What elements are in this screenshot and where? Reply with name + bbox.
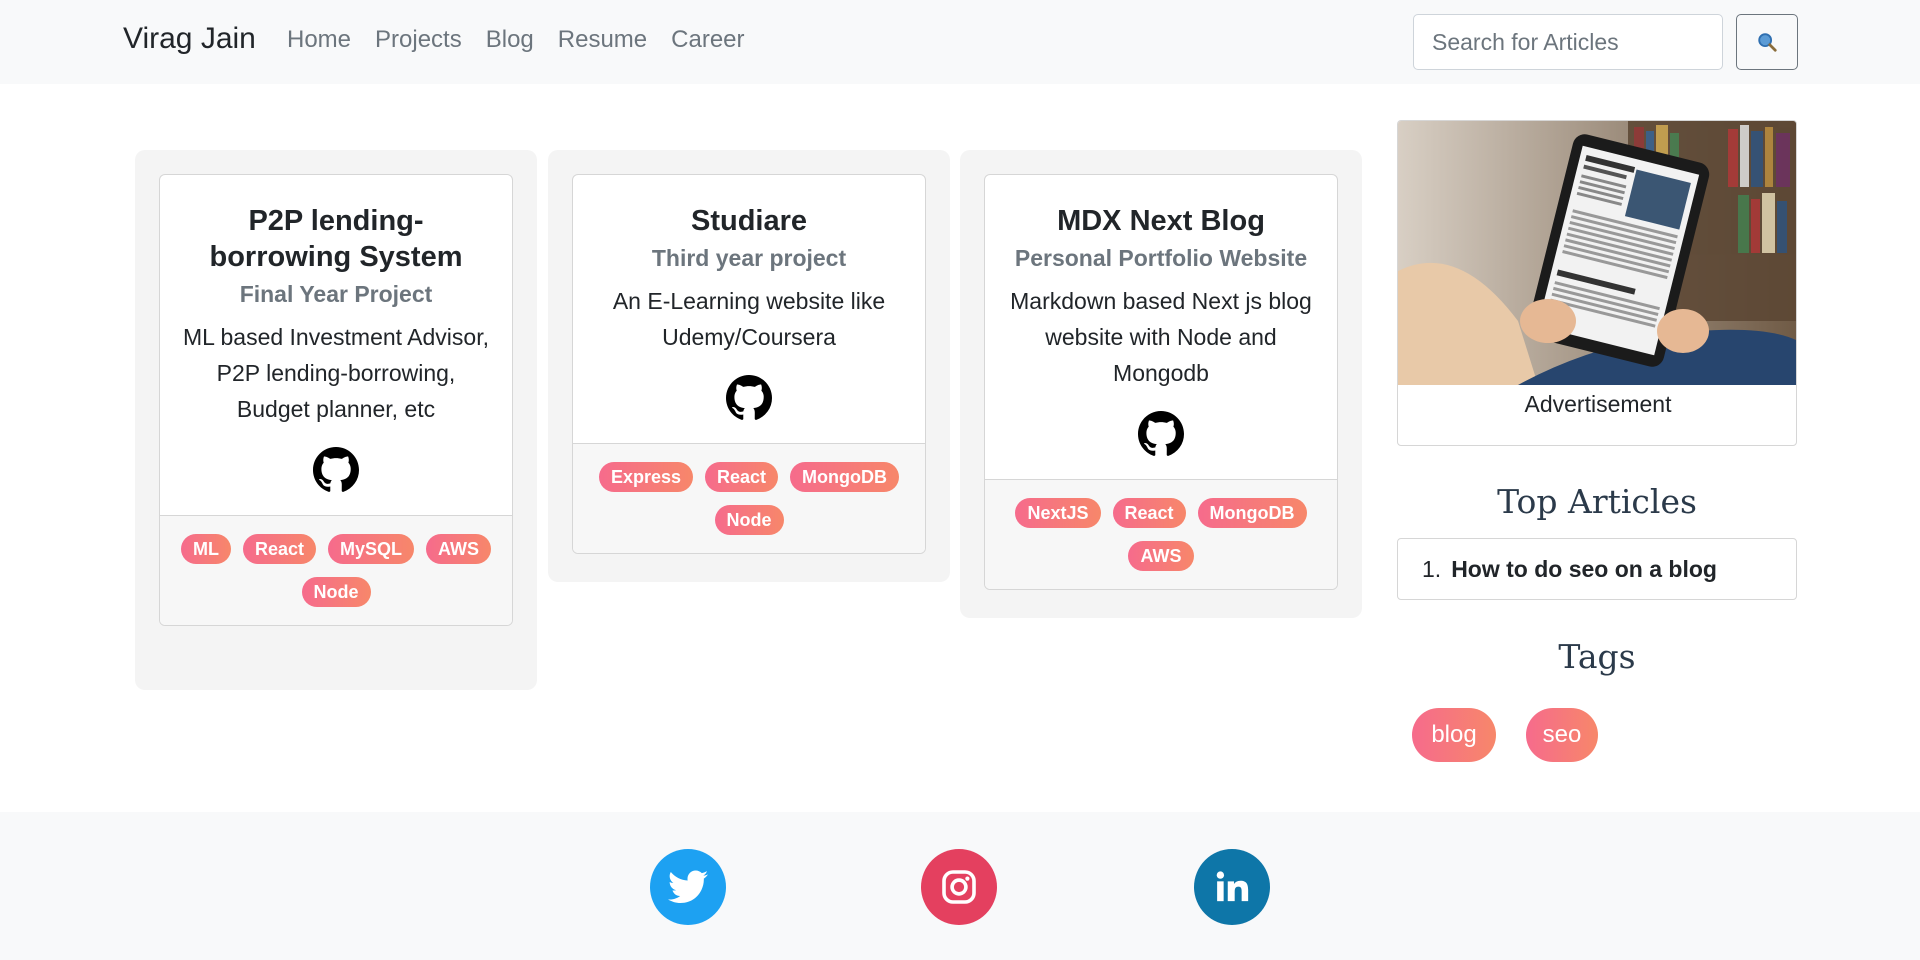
project-tags: Express React MongoDB Node: [573, 443, 925, 553]
search-input[interactable]: [1413, 14, 1723, 70]
project-card: P2P lending-borrowing System Final Year …: [159, 174, 513, 626]
tech-chip: React: [705, 462, 779, 492]
tech-chip: Node: [714, 505, 784, 535]
navbar: Virag Jain Home Projects Blog Resume Car…: [0, 0, 1920, 84]
project-card: MDX Next Blog Personal Portfolio Website…: [984, 174, 1338, 590]
top-articles-list: 1. How to do seo on a blog: [1397, 538, 1797, 600]
nav-link-home[interactable]: Home: [287, 26, 351, 54]
project-card-wrapper: MDX Next Blog Personal Portfolio Website…: [960, 150, 1362, 618]
tag-seo[interactable]: seo: [1526, 708, 1598, 762]
instagram-link[interactable]: [921, 849, 997, 925]
list-item-number: 1.: [1422, 555, 1442, 582]
github-icon: [726, 375, 772, 420]
search-button[interactable]: [1736, 14, 1798, 70]
tech-chip: NextJS: [1015, 498, 1101, 528]
project-subtitle: Personal Portfolio Website: [1014, 245, 1308, 271]
nav-link-resume[interactable]: Resume: [558, 26, 647, 54]
tech-chip: React: [242, 534, 316, 564]
instagram-icon: [942, 870, 976, 904]
github-link[interactable]: [180, 447, 492, 493]
project-tags: NextJS React MongoDB AWS: [985, 479, 1337, 589]
project-description: ML based Investment Advisor, P2P lending…: [183, 324, 489, 422]
search-icon: [1758, 33, 1777, 52]
project-tags: ML React MySQL AWS Node: [160, 515, 512, 625]
github-link[interactable]: [593, 375, 905, 421]
project-subtitle: Third year project: [651, 245, 847, 271]
tech-chip: AWS: [1128, 541, 1194, 571]
tech-chip: MongoDB: [790, 462, 900, 492]
nav-link-blog[interactable]: Blog: [486, 26, 534, 54]
project-title: P2P lending-borrowing System: [209, 205, 463, 273]
tech-chip: AWS: [426, 534, 492, 564]
nav-link-projects[interactable]: Projects: [375, 26, 462, 54]
advertisement-card[interactable]: Advertisement: [1397, 120, 1797, 446]
twitter-link[interactable]: [650, 849, 726, 925]
tag-blog[interactable]: blog: [1412, 708, 1496, 762]
project-card-wrapper: Studiare Third year project An E-Learnin…: [548, 150, 950, 582]
project-description: Markdown based Next js blog website with…: [1010, 288, 1312, 386]
tech-chip: Express: [598, 462, 694, 492]
tech-chip: ML: [180, 534, 231, 564]
advertisement-image: [1398, 121, 1796, 385]
tech-chip: MySQL: [328, 534, 415, 564]
nav-links: Home Projects Blog Resume Career: [287, 26, 745, 54]
tech-chip: React: [1112, 498, 1186, 528]
project-card-wrapper: P2P lending-borrowing System Final Year …: [135, 150, 537, 690]
github-link[interactable]: [1005, 411, 1317, 457]
linkedin-link[interactable]: [1194, 849, 1270, 925]
project-title: Studiare: [690, 205, 808, 237]
github-icon: [313, 447, 359, 492]
tags-heading: Tags: [1558, 637, 1636, 676]
top-articles-heading: Top Articles: [1497, 482, 1697, 521]
twitter-icon: [668, 870, 708, 903]
tech-chip: Node: [301, 577, 371, 607]
nav-link-career[interactable]: Career: [671, 26, 744, 54]
tech-chip: MongoDB: [1197, 498, 1307, 528]
linkedin-icon: [1216, 871, 1249, 902]
github-icon: [1138, 411, 1184, 456]
project-title: MDX Next Blog: [1057, 205, 1265, 237]
advertisement-label: Advertisement: [1524, 391, 1672, 417]
project-subtitle: Final Year Project: [239, 281, 433, 307]
project-card: Studiare Third year project An E-Learnin…: [572, 174, 926, 554]
brand-logo[interactable]: Virag Jain: [123, 22, 256, 56]
project-description: An E-Learning website like Udemy/Courser…: [612, 288, 886, 350]
top-article-link[interactable]: How to do seo on a blog: [1451, 556, 1717, 583]
